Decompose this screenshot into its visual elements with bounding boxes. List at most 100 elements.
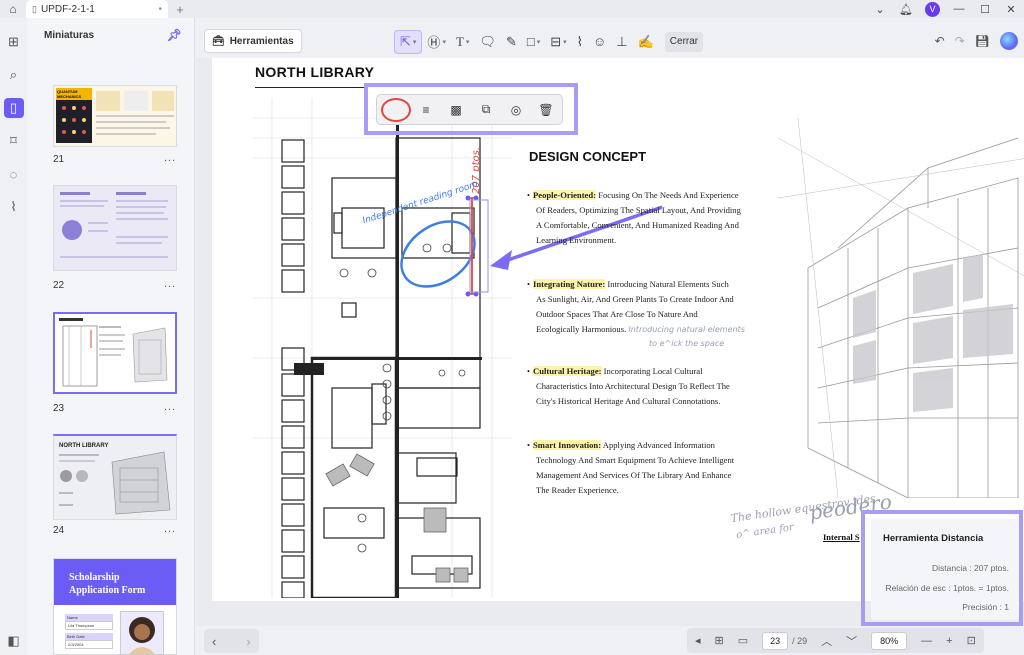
thumb25-form: Name Lila Thompson Birth Date 2/3/2004	[65, 614, 113, 649]
tools-label: Herramientas	[229, 35, 294, 47]
thumbnail-more-button[interactable]: ...	[164, 278, 176, 290]
maximize-icon[interactable]: ☐	[972, 3, 998, 16]
cursor-arrow-icon: ⇱	[400, 33, 411, 49]
chevron-down-icon: ▾	[465, 38, 470, 46]
zoom-input[interactable]: 80%	[871, 631, 908, 650]
opacity-icon[interactable]: ▩	[441, 98, 471, 122]
stamp-icon: ⊥	[616, 33, 628, 49]
apps-grid-icon[interactable]: ⊞	[4, 32, 24, 52]
highlight-icon: Ⓗ	[427, 35, 441, 50]
section-cultural-heritage: • Cultural Heritage: Incorporating Local …	[527, 364, 767, 409]
layers-icon[interactable]: ◧	[4, 631, 24, 651]
handwritten-note: Introducing natural elements	[628, 325, 745, 334]
save-icon[interactable]: 💾︎	[975, 34, 990, 48]
new-tab-button[interactable]: +	[168, 2, 192, 17]
section-lead: Integrating Nature:	[533, 279, 606, 289]
document-tab-icon: ▯	[32, 3, 37, 14]
section-smart-innovation: • Smart Innovation: Applying Advanced Inf…	[527, 438, 767, 498]
pin-icon[interactable]: 📌︎	[167, 28, 182, 42]
page-total: / 29	[792, 635, 808, 646]
undo-icon[interactable]: ↶	[935, 34, 945, 48]
thumbnail-page-number: 22	[53, 280, 65, 291]
zoom-in-icon[interactable]: +	[946, 635, 952, 647]
attachment-icon[interactable]: ⌇	[4, 197, 24, 217]
thumb25-title-line1: Scholarship	[69, 572, 120, 583]
thumbnail-page-24[interactable]: NORTH LIBRARY	[53, 434, 177, 520]
line-weight-icon[interactable]: ≡	[411, 98, 441, 122]
thumbnail-page-22[interactable]	[53, 185, 177, 271]
attach-tool-button[interactable]: ⌇	[572, 30, 588, 54]
section-line: The Reader Experience.	[536, 485, 619, 495]
chevron-down-icon[interactable]: ⌄	[867, 3, 893, 16]
page-down-icon[interactable]: ﹀	[846, 633, 857, 649]
thumbnail-more-button[interactable]: ...	[164, 401, 176, 413]
thumb25-field1-value: Lila Thompson	[65, 621, 113, 630]
signature-tool-button[interactable]: ✍	[633, 30, 659, 54]
updf-app: ⌂ ▯ UPDF-2-1-1 • + ⌄ 🔔︎ V — ☐ ✕ ⊞ ⌕ ▯ ⌑ …	[0, 0, 1024, 655]
title-bar: ⌂ ▯ UPDF-2-1-1 • + ⌄ 🔔︎ V — ☐ ✕	[0, 0, 1024, 18]
distance-value: Distancia : 207 ptos.	[931, 563, 1009, 573]
trash-icon[interactable]: 🗑︎	[531, 98, 561, 122]
thumb21-content	[96, 91, 174, 135]
measure-tool-button[interactable]: ⊟ ▾	[545, 30, 571, 54]
shape-tool-button[interactable]: □ ▾	[522, 30, 545, 54]
avatar[interactable]: V	[925, 1, 940, 17]
duplicate-icon[interactable]: ⧉	[471, 98, 501, 122]
thumbnail-more-button[interactable]: ...	[164, 523, 176, 535]
page-layout-icon[interactable]: ⊞	[715, 634, 724, 647]
thumbnail-page-21[interactable]: QUANTUM MECHANICS	[53, 85, 177, 147]
close-tools-button[interactable]: Cerrar	[664, 31, 704, 52]
page-up-icon[interactable]: ︿	[821, 633, 832, 649]
document-tab-title: UPDF-2-1-1	[40, 3, 95, 15]
thumb23-content	[59, 318, 168, 387]
redo-icon[interactable]: ↷	[955, 34, 965, 48]
stamp-tool-button[interactable]: ⊥	[611, 30, 632, 54]
section-line: Applying Advanced Information	[602, 440, 715, 450]
thumbnail-page-25[interactable]: Scholarship Application Form Name Lila T…	[53, 558, 177, 655]
collapse-icon[interactable]: ◂	[695, 634, 701, 647]
text-icon: T	[455, 33, 464, 49]
portrait-image	[129, 617, 155, 654]
document-tab[interactable]: ▯ UPDF-2-1-1 •	[26, 0, 168, 18]
comment-icon[interactable]: ◎	[501, 98, 531, 122]
bell-icon[interactable]: 🔔︎	[893, 3, 919, 16]
handwritten-note: to e^ick the space	[649, 339, 725, 348]
comment-icon[interactable]: ◌	[4, 164, 24, 184]
chevron-down-icon: ▾	[536, 38, 541, 46]
text-tool-button[interactable]: T ▾	[451, 30, 474, 54]
back-icon[interactable]: ‹	[212, 634, 216, 649]
section-line: Incorporating Local Cultural	[603, 366, 703, 376]
fit-page-icon[interactable]: ⊡	[967, 634, 976, 647]
thumbnails-title: Miniaturas	[44, 29, 95, 41]
thumbnails-icon[interactable]: ▯	[3, 98, 24, 118]
select-tool-button[interactable]: ⇱ ▾	[394, 29, 423, 54]
distance-tool-panel: Herramienta Distancia Distancia : 207 pt…	[871, 519, 1019, 620]
section-line: Learning Environment.	[536, 235, 617, 245]
close-icon[interactable]: ✕	[998, 3, 1024, 16]
bookmark-icon[interactable]: ⌑	[4, 131, 24, 151]
thumbnail-more-button[interactable]: ...	[164, 152, 176, 164]
pencil-icon: ✎	[505, 33, 517, 49]
signature-icon: ✍	[637, 33, 654, 49]
presentation-icon[interactable]: ▭	[738, 634, 748, 647]
window-controls: ⌄ 🔔︎ V — ☐ ✕	[867, 0, 1024, 18]
page-number-input[interactable]: 23	[762, 631, 789, 650]
home-icon[interactable]: ⌂	[0, 0, 26, 18]
design-concept-title: DESIGN CONCEPT	[529, 149, 647, 164]
forward-icon[interactable]: ›	[246, 634, 250, 649]
search-icon[interactable]: ⌕	[4, 65, 24, 85]
pencil-tool-button[interactable]: ✎	[501, 30, 522, 54]
comment-tool-button[interactable]: 🗨︎	[474, 30, 501, 54]
highlight-tool-button[interactable]: Ⓗ ▾	[422, 30, 451, 54]
minimize-icon[interactable]: —	[946, 3, 972, 15]
sticker-tool-button[interactable]: ☺	[588, 30, 611, 54]
section-line: Introducing Natural Elements Such	[607, 279, 729, 289]
section-lead: People-Oriented:	[533, 190, 597, 200]
thumbnail-page-23[interactable]	[53, 312, 177, 394]
color-ring-button[interactable]	[381, 97, 411, 122]
section-line: Ecologically Harmonious.	[536, 324, 627, 334]
section-line: Outdoor Spaces That Are Close To Nature …	[536, 309, 698, 319]
tools-button[interactable]: 🧰︎ Herramientas	[204, 29, 302, 53]
ai-assistant-icon[interactable]	[1000, 32, 1018, 50]
zoom-out-icon[interactable]: —	[921, 635, 932, 647]
